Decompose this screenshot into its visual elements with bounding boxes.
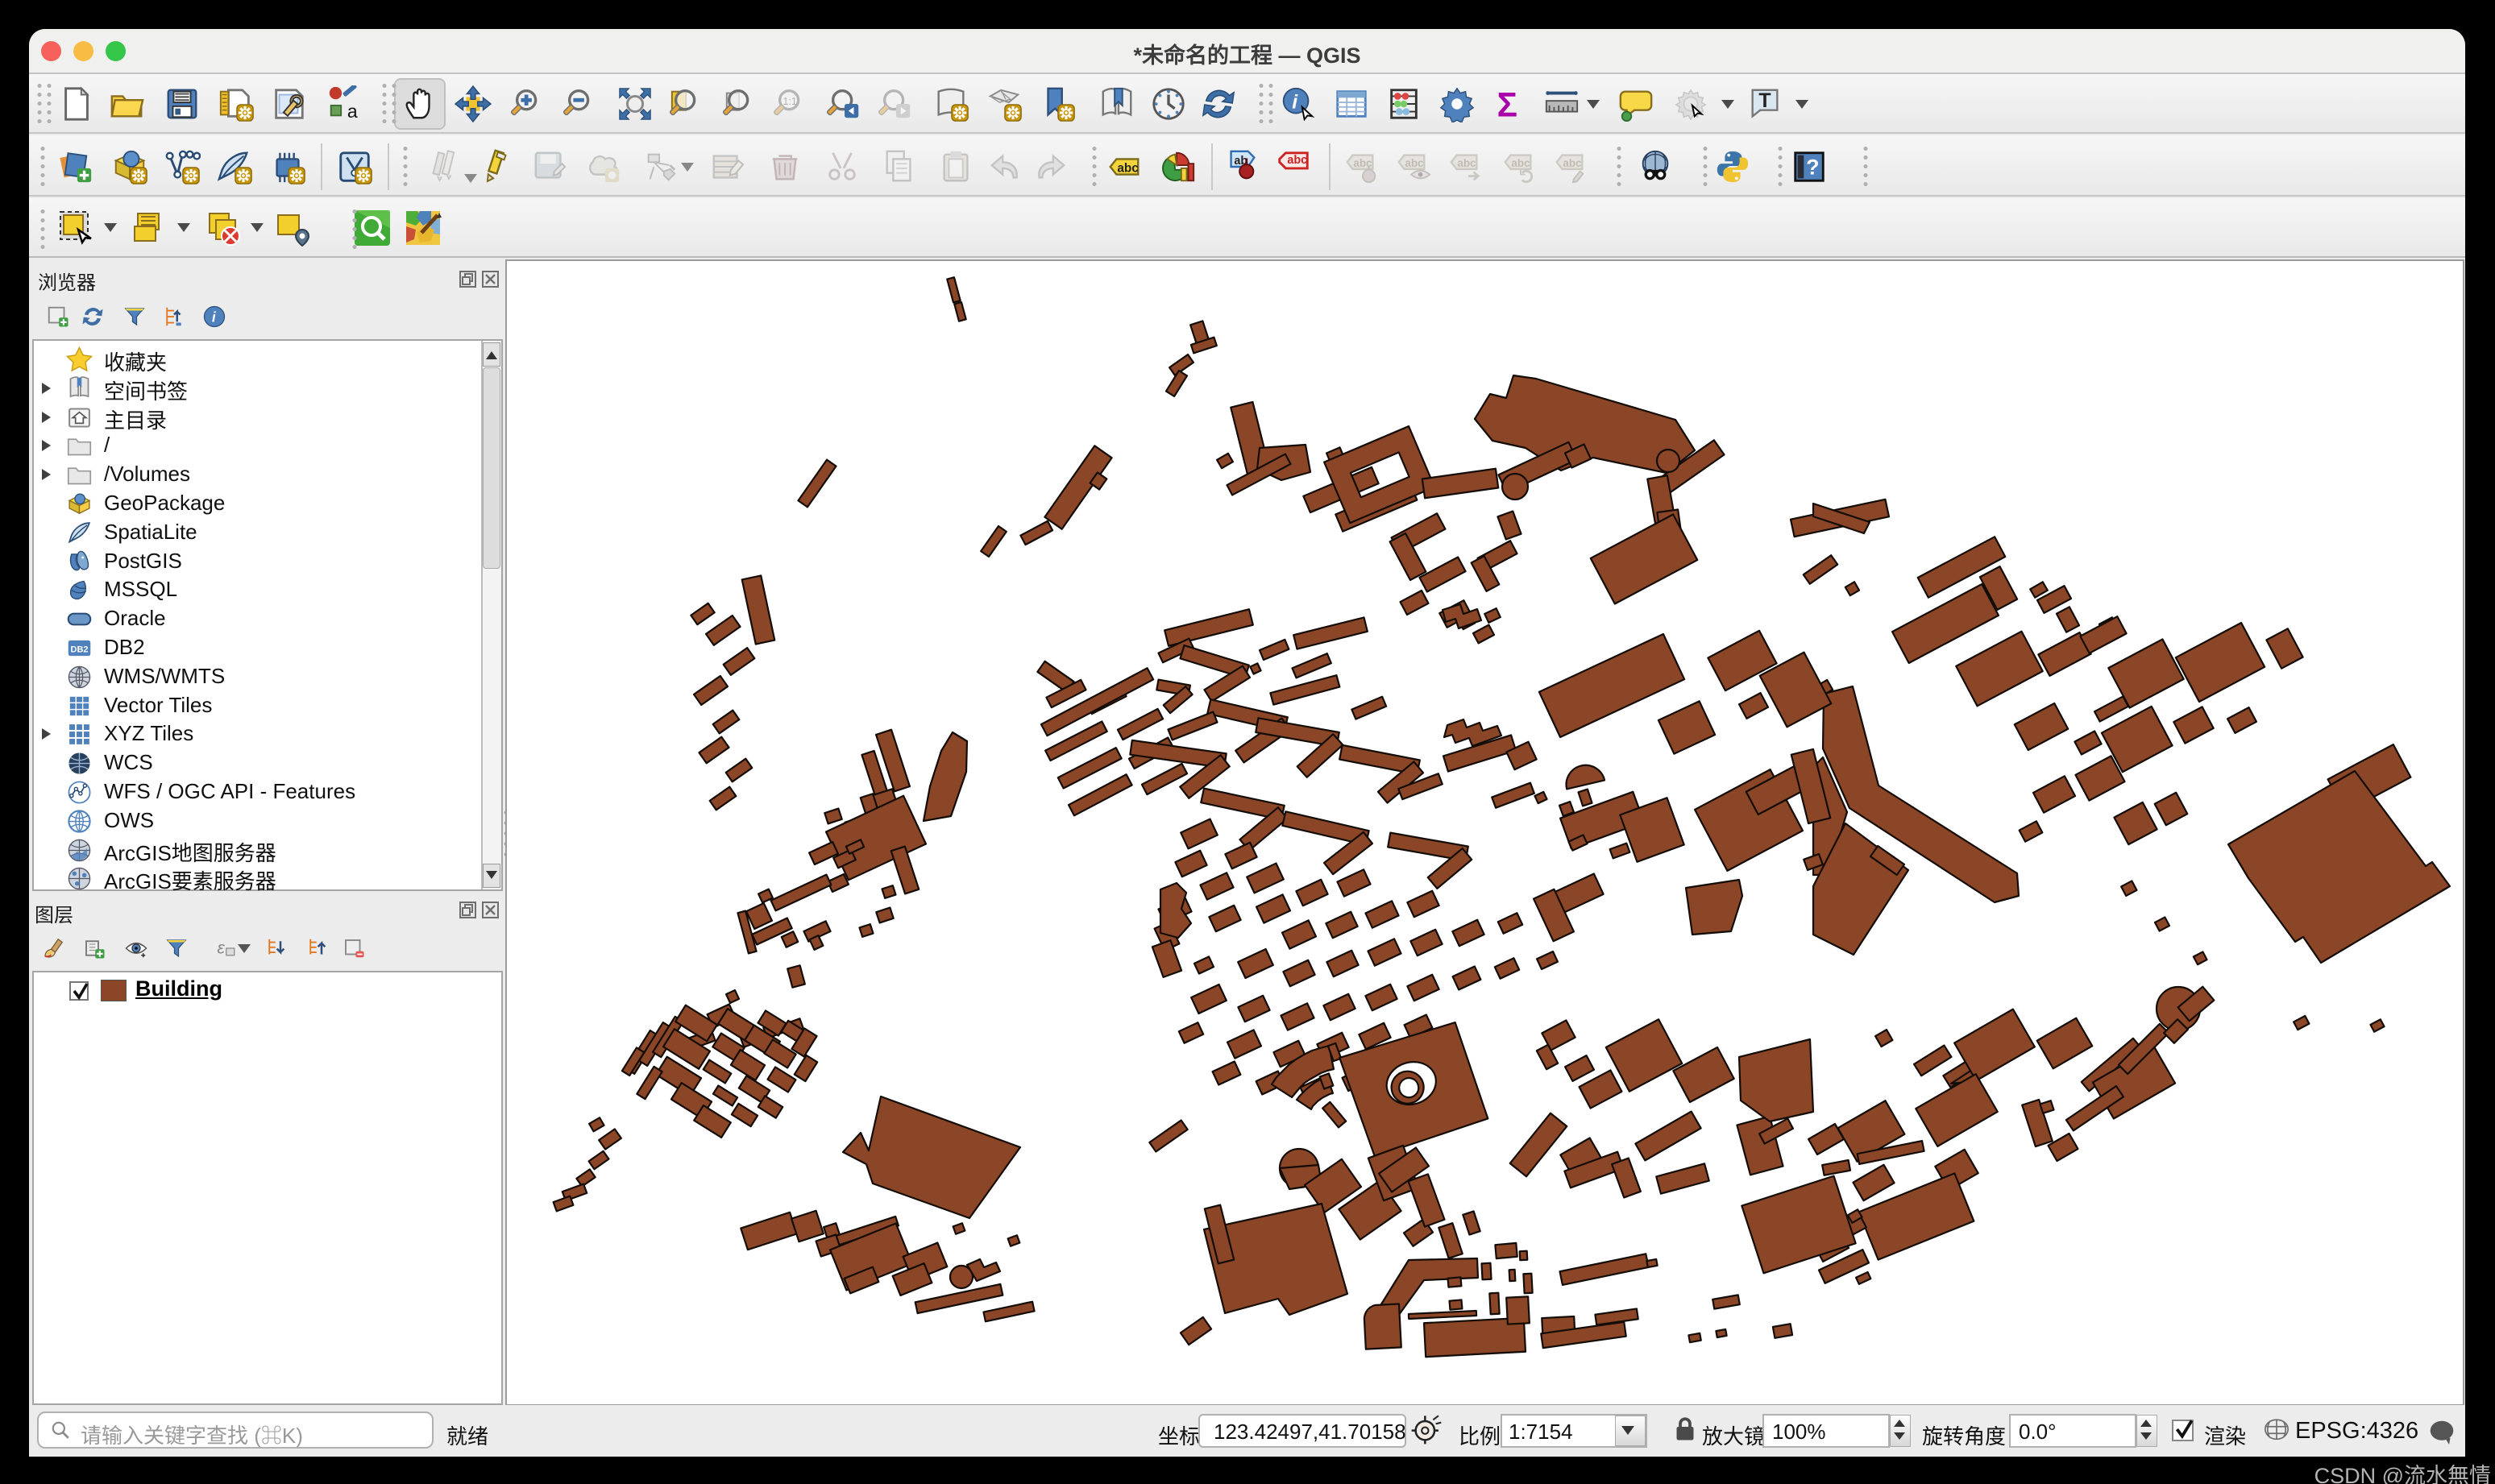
svg-text:Σ: Σ: [1497, 85, 1517, 122]
svg-text:a: a: [347, 101, 358, 122]
svg-text:abc: abc: [1511, 157, 1530, 169]
svg-text:T: T: [1758, 89, 1771, 112]
svg-text:?: ?: [1806, 155, 1819, 180]
svg-text:1:1: 1:1: [783, 96, 796, 107]
svg-text:abc: abc: [1117, 162, 1139, 176]
svg-text:DB2: DB2: [71, 645, 89, 654]
svg-text:abc: abc: [1457, 157, 1476, 169]
svg-text:abc: abc: [1405, 157, 1424, 169]
svg-text:abc: abc: [1287, 154, 1307, 167]
svg-text:abc: abc: [1563, 157, 1582, 169]
svg-text:i: i: [1292, 91, 1298, 114]
svg-text:ε: ε: [218, 938, 226, 957]
